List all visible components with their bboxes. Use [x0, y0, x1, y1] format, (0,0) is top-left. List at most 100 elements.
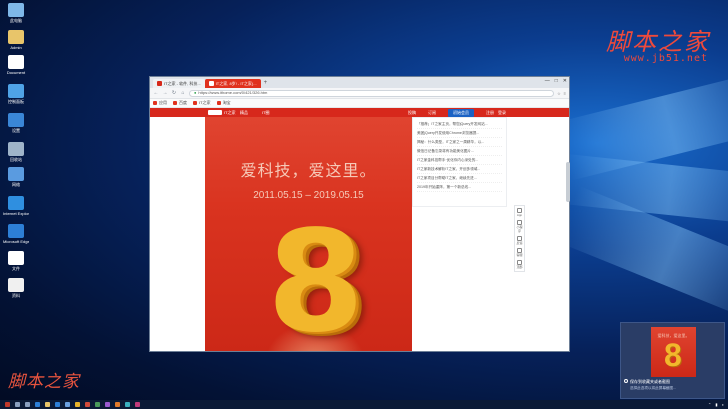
network-icon [8, 167, 24, 181]
article-link[interactable]: 揭秘：什么类型，IT之家之一周精华，以... [417, 138, 502, 147]
bookmark-label: 应用 [159, 100, 167, 105]
desktop-icon[interactable]: Admin [3, 30, 29, 50]
lock-icon: ● [194, 90, 197, 95]
article-link[interactable]: 美团jQuery开发使用Chrome浏览器提... [417, 129, 502, 138]
edge-icon [8, 224, 24, 238]
desktop-icon-label: 资料 [12, 293, 20, 298]
back-arrow-icon[interactable]: ← [153, 90, 159, 96]
tab-ithome-home[interactable]: IT之家 - 软件, 科技... [153, 79, 205, 88]
search-icon[interactable] [15, 402, 20, 407]
bookmark-label: IT之家 [199, 100, 211, 105]
floating-button-label: 顶部 [516, 265, 523, 269]
bookmark-ithome[interactable]: IT之家 [193, 100, 211, 106]
poster-dates: 2011.05.15 – 2019.05.15 [253, 190, 364, 201]
network-tray-icon[interactable]: ▮ [715, 402, 717, 407]
media-icon[interactable] [85, 402, 90, 407]
desktop-icon-label: Admin [10, 45, 22, 50]
edge-icon[interactable] [35, 402, 40, 407]
app-icon[interactable] [95, 402, 100, 407]
nav-item-subscribe[interactable]: 订阅 [428, 110, 436, 116]
floating-button-1[interactable]: 小程序 [516, 220, 524, 233]
desktop-icon-label: 回收站 [10, 157, 22, 162]
register-link[interactable]: 注册 [486, 110, 494, 116]
desktop-icon[interactable]: Microsoft Edge [3, 224, 29, 244]
desktop-icon[interactable]: 此电脑 [3, 3, 29, 23]
forward-arrow-icon[interactable]: → [162, 90, 168, 96]
explorer-icon[interactable] [45, 402, 50, 407]
floating-button-label: 客服 [516, 253, 523, 257]
bookmark-baidu[interactable]: 百度 [173, 100, 187, 106]
floating-button-label: 小程序 [516, 225, 523, 233]
desktop-icon[interactable]: 控制面板 [3, 84, 29, 104]
floating-button-2[interactable]: 反馈 [516, 236, 524, 245]
nav-item-featured[interactable]: 精品 [240, 110, 248, 116]
system-tray: ⌃ ▮ ◖ [708, 402, 724, 407]
minimize-button[interactable]: — [545, 78, 550, 84]
floating-button-4[interactable]: 顶部 [516, 260, 524, 269]
document-icon [8, 55, 24, 69]
article-link[interactable]: IT之家新技术解析IT之家，开创多领域... [417, 165, 502, 174]
ithome-favicon-icon [208, 81, 214, 86]
notification-subtitle: 选择此选项以将此屏幕截图... [630, 386, 677, 390]
browser-window: IT之家 - 软件, 科技... IT之家, 8岁! - IT之家(... + … [149, 76, 570, 352]
new-tab-button[interactable]: + [261, 79, 271, 88]
notification-thumbnail: 爱科技，爱这里。 8 [651, 327, 696, 377]
desktop-icon[interactable]: Internet Explorer [3, 196, 29, 216]
floating-button-3[interactable]: 客服 [516, 248, 524, 257]
page-content: 爱科技，爱这里。 2011.05.15 – 2019.05.15 8 「推荐」I… [150, 117, 569, 352]
maximize-button[interactable]: □ [555, 78, 558, 84]
article-link[interactable]: IT之家项目分帮助IT之家，继续先进... [417, 174, 502, 183]
tab-bar: IT之家 - 软件, 科技... IT之家, 8岁! - IT之家(... + … [150, 77, 569, 88]
desktop-icon-label: Internet Explorer [3, 211, 29, 216]
app-icon[interactable] [135, 402, 140, 407]
tab-ithome-8-years[interactable]: IT之家, 8岁! - IT之家(... [204, 79, 261, 88]
home-icon[interactable]: ⌂ [180, 90, 186, 96]
screenshot-notification[interactable]: 爱科技，爱这里。 8 保存到收藏夹或者截图 选择此选项以将此屏幕截图... [620, 322, 725, 399]
desktop-icon[interactable]: 回收站 [3, 142, 29, 162]
article-link[interactable]: 「推荐」IT之家主页，帮您jQuery开发网站... [417, 120, 502, 129]
nav-item-submit[interactable]: 投稿 [408, 110, 416, 116]
mail-icon[interactable] [65, 402, 70, 407]
app-icon[interactable] [115, 402, 120, 407]
control-panel-icon [8, 84, 24, 98]
site-logo[interactable]: IT之家 [208, 110, 236, 116]
scrollbar[interactable] [566, 162, 570, 202]
desktop-icon-label: 设置 [12, 128, 20, 133]
taobao-icon [216, 101, 221, 105]
store-icon[interactable] [55, 402, 60, 407]
address-bar[interactable]: ● https://www.ithome.com/0/421/326.htm [189, 89, 555, 97]
login-link[interactable]: 登录 [498, 110, 506, 116]
menu-icon[interactable]: ≡ [564, 91, 566, 96]
article-link[interactable]: 2019年开始重阵，第一个新总线... [417, 183, 502, 192]
bookmark-taobao[interactable]: 淘宝 [216, 100, 231, 106]
nav-item-itcircle[interactable]: IT圈 [262, 110, 270, 116]
bookmark-apps[interactable]: 应用 [153, 100, 167, 106]
app-icon[interactable] [125, 402, 130, 407]
bookmark-label: 百度 [179, 100, 187, 105]
task-view-icon[interactable] [25, 402, 30, 407]
desktop-icon-label: 网络 [12, 182, 20, 187]
chrome-icon[interactable] [75, 402, 80, 407]
app-icon[interactable] [105, 402, 110, 407]
desktop-icon[interactable]: Document [3, 55, 29, 75]
volume-tray-icon[interactable]: ◖ [722, 402, 724, 407]
user-folder-icon [8, 30, 24, 44]
star-icon[interactable]: ☆ [557, 91, 561, 96]
bookmark-label: 淘宝 [222, 100, 231, 105]
article-link[interactable]: 微信日记备忘录将有功能美化图片... [417, 147, 502, 156]
reload-icon[interactable]: ↻ [171, 90, 177, 96]
baidu-icon [173, 101, 177, 105]
article-link[interactable]: IT之家金科技帮手·优化你内心深处的... [417, 156, 502, 165]
desktop-icon[interactable]: 资料 [3, 278, 29, 298]
poster-big-number: 8 [267, 201, 365, 352]
nav-item-member[interactable]: 初始会员 [448, 109, 474, 117]
close-button[interactable]: ✕ [563, 78, 567, 84]
floating-button-label: 反馈 [516, 241, 523, 245]
desktop-icon[interactable]: 文件 [3, 251, 29, 271]
tray-icon[interactable]: ⌃ [708, 402, 711, 407]
start-icon[interactable] [5, 402, 10, 407]
desktop-icon[interactable]: 网络 [3, 167, 29, 187]
floating-button-0[interactable]: App [516, 208, 524, 217]
notification-title: 保存到收藏夹或者截图 [630, 379, 670, 384]
desktop-icon[interactable]: 设置 [3, 113, 29, 133]
